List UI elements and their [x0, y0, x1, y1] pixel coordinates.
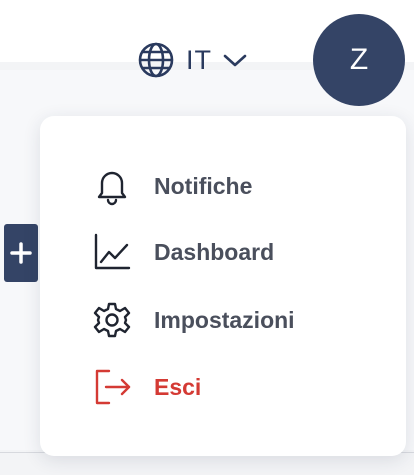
- gear-icon: [92, 300, 132, 340]
- menu-item-label: Notifiche: [154, 172, 253, 199]
- bell-icon: [92, 166, 132, 206]
- menu-item-dashboard[interactable]: Dashboard: [92, 227, 392, 277]
- menu-item-label: Impostazioni: [154, 306, 295, 333]
- user-dropdown-menu: Notifiche Dashboard Impostazioni Esci: [40, 116, 406, 456]
- chart-line-icon: [92, 232, 132, 272]
- add-button[interactable]: [4, 224, 38, 282]
- chevron-down-icon: [223, 54, 247, 67]
- menu-item-logout[interactable]: Esci: [92, 362, 392, 412]
- menu-item-label: Esci: [154, 373, 202, 400]
- avatar-initial: Z: [349, 43, 369, 76]
- globe-icon: [138, 42, 174, 78]
- menu-item-label: Dashboard: [154, 238, 275, 265]
- logout-icon: [92, 367, 132, 407]
- language-selector[interactable]: IT: [136, 38, 248, 82]
- menu-item-settings[interactable]: Impostazioni: [92, 295, 392, 345]
- user-avatar[interactable]: Z: [313, 14, 405, 106]
- language-code: IT: [186, 44, 212, 75]
- plus-icon: [10, 242, 32, 264]
- menu-item-notifications[interactable]: Notifiche: [92, 161, 392, 211]
